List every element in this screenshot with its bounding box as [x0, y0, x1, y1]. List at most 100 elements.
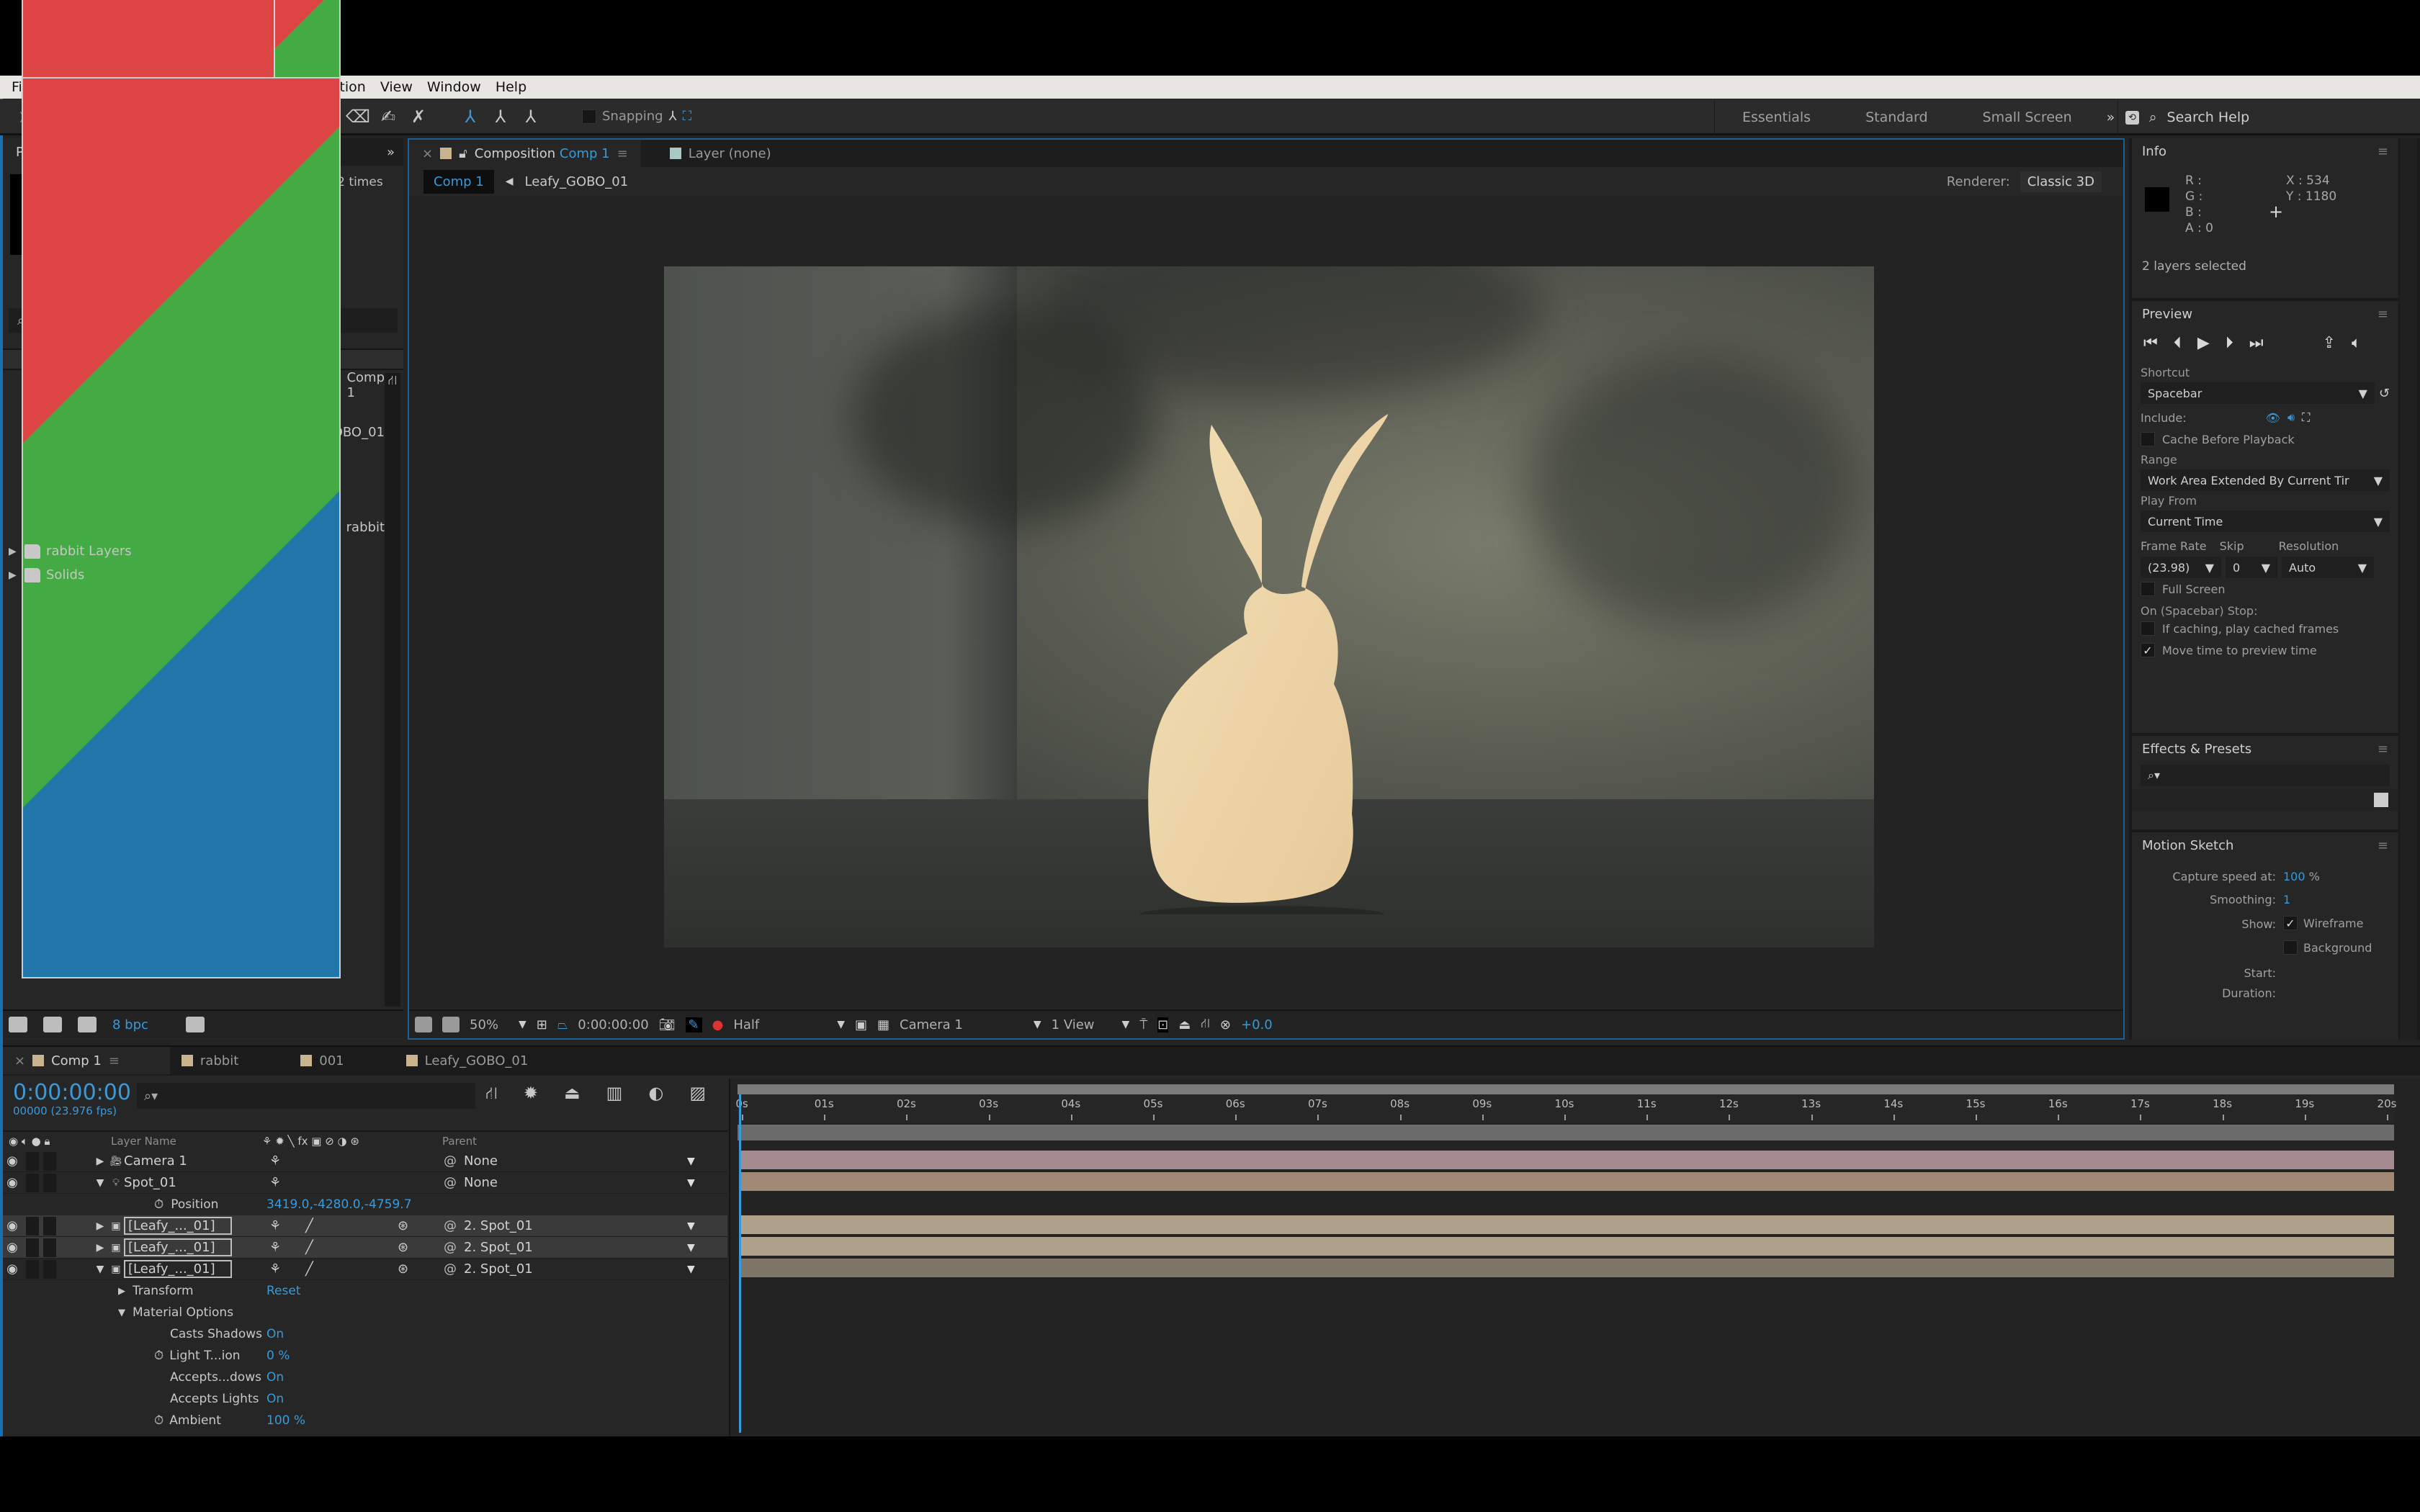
first-frame-icon[interactable]: ⏮ — [2143, 334, 2158, 352]
property-row[interactable]: ▶ Transform Reset — [3, 1280, 727, 1302]
audio-toggle[interactable] — [26, 1238, 39, 1257]
menu-help[interactable]: Help — [490, 79, 532, 95]
layer-row[interactable]: ◉ ▼ 💡︎ Spot_01 ⚘ @ None ▼ — [3, 1172, 727, 1194]
time-ruler[interactable]: 0s 01s 02s 03s 04s 05s 06s 07s 08s 09s 10s 11s 12s 13… — [735, 1094, 2396, 1123]
parent-dropdown-arrow-icon[interactable]: ▼ — [687, 1242, 695, 1254]
draft-3d-icon[interactable]: ✹ — [524, 1083, 538, 1105]
range-dropdown[interactable]: Work Area Extended By Current Tir ▼ — [2141, 469, 2390, 491]
property-row[interactable]: ▼ Material Options — [3, 1302, 727, 1323]
last-frame-icon[interactable]: ⏭ — [2249, 334, 2264, 352]
current-time-indicator[interactable]: 0:00:00:00 00000 (23.976 fps) — [13, 1081, 131, 1118]
transparency-grid-icon[interactable]: ▦ — [877, 1017, 889, 1032]
tab-layer[interactable]: Layer (none) — [641, 140, 784, 167]
parent-dropdown[interactable]: None — [464, 1153, 498, 1169]
visibility-toggle-icon[interactable]: ◉ — [3, 1240, 22, 1255]
puppet-pin-tool-icon[interactable]: ✗ — [403, 102, 434, 131]
audio-icon[interactable]: 🔈︎ — [2352, 334, 2361, 352]
new-composition-icon[interactable] — [78, 1017, 97, 1032]
current-time-display[interactable]: 0:00:00:00 — [578, 1017, 648, 1032]
panel-menu-icon[interactable]: ≡ — [2378, 838, 2388, 853]
visibility-toggle-icon[interactable]: ◉ — [3, 1175, 22, 1190]
pixel-aspect-icon[interactable]: ⍑ — [1139, 1017, 1147, 1032]
parent-pickwhip-icon[interactable]: @ — [444, 1218, 457, 1233]
full-screen[interactable]: Full Screen — [2132, 578, 2398, 600]
property-value[interactable]: On — [266, 1392, 284, 1406]
flowchart-icon[interactable]: ⛙ — [1201, 1016, 1210, 1033]
right-column-scrollbar[interactable] — [2400, 138, 2417, 1040]
parent-dropdown-arrow-icon[interactable]: ▼ — [687, 1156, 695, 1167]
tab-composition-comp-1[interactable]: × 🔓︎ Composition Comp 1 ≡ — [409, 140, 641, 167]
twirl-icon[interactable]: ▶ — [9, 546, 19, 557]
property-row[interactable]: ⏱ Light T...ion 0 % — [3, 1345, 727, 1367]
view-layout-dropdown[interactable]: 1 View ▼ — [1052, 1017, 1130, 1032]
snap-features-icon[interactable]: ⛶ — [683, 109, 692, 124]
wireframe-option[interactable]: ✓ Wireframe — [2283, 916, 2363, 930]
play-icon[interactable]: ▶ — [2197, 334, 2210, 352]
audio-toggle[interactable] — [26, 1259, 39, 1279]
frame-rate-dropdown[interactable]: (23.98) ▼ — [2141, 557, 2221, 578]
layer-duration-bar[interactable] — [740, 1151, 2394, 1169]
motion-blur-icon[interactable]: ◐ — [648, 1083, 663, 1105]
timeline-graph-area[interactable]: 0s 01s 02s 03s 04s 05s 06s 07s 08s 09s 10s 11s 12s 13… — [729, 1079, 2420, 1438]
parent-dropdown[interactable]: 2. Spot_01 — [464, 1240, 533, 1255]
3d-layer-switch-icon[interactable]: ⊛ — [398, 1218, 408, 1233]
panel-menu-icon[interactable]: ≡ — [109, 1053, 120, 1068]
background-checkbox[interactable] — [2283, 940, 2298, 955]
panel-menu-icon[interactable]: ≡ — [617, 146, 628, 161]
world-axis-icon[interactable]: ⅄ — [485, 102, 516, 131]
local-axis-icon[interactable]: ⅄ — [455, 102, 485, 131]
timeline-tab-leafy-gobo-01[interactable]: Leafy_GOBO_01 — [395, 1047, 579, 1074]
work-area-bar[interactable] — [738, 1084, 2394, 1094]
layer-name[interactable]: [Leafy_..._01] — [124, 1238, 232, 1256]
lock-toggle[interactable] — [43, 1238, 56, 1257]
new-folder-icon[interactable] — [43, 1017, 62, 1032]
parent-dropdown[interactable]: None — [464, 1175, 498, 1190]
quality-switch-icon[interactable]: ╱ — [305, 1240, 313, 1255]
sync-settings-icon[interactable]: ⟲ — [2125, 110, 2139, 125]
include-overlays-icon[interactable]: ⛶ — [2302, 410, 2310, 425]
property-value[interactable]: On — [266, 1327, 284, 1341]
reset-icon[interactable]: ↺ — [2379, 386, 2390, 401]
visibility-toggle-icon[interactable]: ◉ — [3, 1218, 22, 1233]
stopwatch-icon[interactable]: ⏱ — [154, 1349, 163, 1363]
view-axis-icon[interactable]: ⅄ — [516, 102, 546, 131]
roto-brush-tool-icon[interactable]: ✍︎ — [373, 102, 403, 131]
region-of-interest-icon[interactable]: ▣ — [855, 1017, 867, 1032]
time-navigator[interactable] — [738, 1125, 2394, 1140]
current-time-line[interactable] — [739, 1094, 741, 1433]
tab-overflow-icon[interactable]: » — [387, 145, 395, 160]
show-snapshot-icon[interactable]: ✎ — [685, 1017, 702, 1032]
property-value[interactable]: Reset — [266, 1284, 301, 1298]
menu-window[interactable]: Window — [421, 79, 487, 95]
layer-row[interactable]: ◉ ▼ ▣ [Leafy_..._01] ⚘ ╱ ⊛ @2. Spot_01 ▼ — [3, 1259, 727, 1280]
safe-areas-icon[interactable]: ⊞ — [537, 1017, 547, 1032]
lock-toggle[interactable] — [43, 1216, 56, 1236]
shy-switch-icon[interactable]: ⚘ — [269, 1240, 281, 1255]
panel-menu-icon[interactable]: ≡ — [2378, 742, 2388, 757]
magnification-dropdown[interactable]: 50% ▼ — [470, 1017, 526, 1032]
frame-blending-icon[interactable]: ▥ — [606, 1083, 623, 1105]
layer-name[interactable]: [Leafy_..._01] — [124, 1260, 232, 1278]
loop-icon[interactable]: ⇪ — [2323, 334, 2336, 352]
effects-search-input[interactable]: ⌕▾ — [2141, 765, 2390, 786]
quality-switch-icon[interactable]: ╱ — [305, 1261, 313, 1277]
workspace-essentials[interactable]: Essentials — [1715, 109, 1838, 125]
twirl-icon[interactable]: ▶ — [9, 570, 19, 581]
twirl-icon[interactable]: ▼ — [92, 1177, 108, 1189]
composition-mini-flowchart-icon[interactable]: ⛙ — [485, 1083, 498, 1105]
stopwatch-icon[interactable]: ⏱ — [154, 1413, 163, 1428]
visibility-toggle-icon[interactable]: ◉ — [3, 1261, 22, 1277]
parent-dropdown[interactable]: 2. Spot_01 — [464, 1218, 533, 1233]
property-value[interactable]: 100 % — [266, 1413, 305, 1428]
include-video-icon[interactable]: 👁︎ — [2266, 411, 2280, 425]
wireframe-checkbox[interactable]: ✓ — [2283, 916, 2298, 930]
renderer-button[interactable]: Classic 3D — [2020, 171, 2102, 192]
parent-dropdown-arrow-icon[interactable]: ▼ — [687, 1177, 695, 1189]
parent-pickwhip-icon[interactable]: @ — [444, 1153, 457, 1169]
close-tab-icon[interactable]: × — [14, 1053, 25, 1068]
column-parent[interactable]: Parent — [442, 1135, 477, 1148]
breadcrumb-leafy-gobo[interactable]: Leafy_GOBO_01 — [525, 174, 629, 189]
shy-switch-icon[interactable]: ⚘ — [269, 1153, 281, 1169]
parent-dropdown[interactable]: 2. Spot_01 — [464, 1261, 533, 1277]
layer-row[interactable]: ◉ ▶ ▣ [Leafy_..._01] ⚘ ╱ ⊛ @2. Spot_01 ▼ — [3, 1237, 727, 1259]
